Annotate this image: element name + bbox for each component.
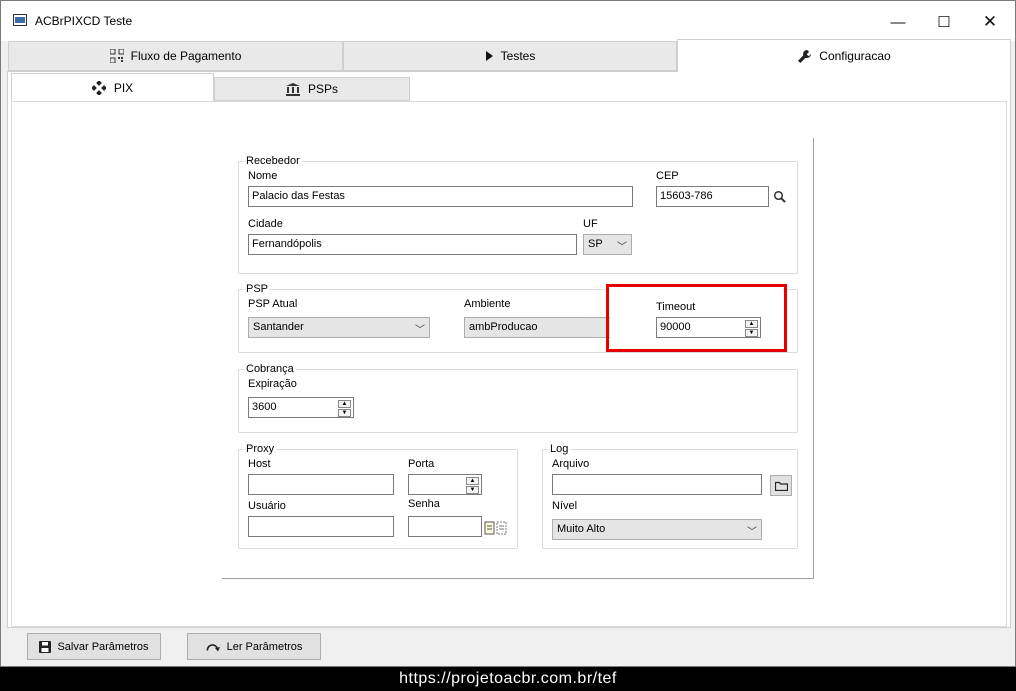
expiracao-spinner[interactable]: ▲ ▼	[338, 400, 351, 417]
expiracao-value: 3600	[252, 401, 277, 413]
chevron-down-icon: ﹀	[617, 242, 627, 253]
tab-psps[interactable]: PSPs	[214, 77, 410, 101]
tab-label: PSPs	[307, 82, 338, 96]
nivel-label: Nível	[552, 500, 578, 512]
nome-input[interactable]: Palacio das Festas	[248, 186, 633, 207]
pix-diamond-icon	[91, 80, 106, 95]
search-icon[interactable]	[773, 190, 787, 204]
show-password-icon[interactable]	[484, 520, 508, 536]
tab-testes[interactable]: Testes	[343, 41, 677, 71]
psp-group-label: PSP	[244, 283, 271, 295]
tab-label: PIX	[113, 80, 134, 95]
app-icon	[13, 14, 27, 26]
arquivo-input[interactable]	[552, 474, 762, 495]
psp-atual-value: Santander	[253, 321, 304, 333]
folder-icon	[774, 481, 788, 491]
proxy-group-label: Proxy	[244, 443, 277, 455]
cep-label: CEP	[656, 170, 679, 182]
title-bar: ACBrPIXCD Teste — ☐ ✕	[1, 1, 1015, 41]
porta-label: Porta	[408, 458, 435, 470]
porta-input[interactable]: ▲ ▼	[408, 474, 482, 495]
ambiente-label: Ambiente	[464, 298, 511, 310]
spin-up-icon[interactable]: ▲	[466, 477, 479, 485]
recebedor-group	[238, 161, 798, 274]
psp-atual-label: PSP Atual	[248, 298, 298, 310]
window-title: ACBrPIXCD Teste	[35, 14, 133, 28]
cep-input[interactable]: 15603-786	[656, 186, 769, 207]
redo-icon	[206, 643, 220, 651]
host-label: Host	[248, 458, 271, 470]
spin-down-icon[interactable]: ▼	[466, 486, 479, 494]
usuario-label: Usuário	[248, 500, 286, 512]
tab-label: Fluxo de Pagamento	[130, 49, 242, 63]
browse-folder-button[interactable]	[770, 475, 792, 496]
cobranca-group-label: Cobrança	[244, 363, 296, 375]
uf-label: UF	[583, 218, 598, 230]
application-window: ACBrPIXCD Teste — ☐ ✕ Fluxo de Pagamento…	[0, 0, 1016, 667]
host-input[interactable]	[248, 474, 394, 495]
uf-value: SP	[588, 238, 603, 250]
chevron-down-icon: ﹀	[747, 527, 757, 538]
porta-spinner[interactable]: ▲ ▼	[466, 477, 479, 494]
tab-configuracao[interactable]: Configuracao	[677, 39, 1011, 72]
expiracao-label: Expiração	[248, 378, 297, 390]
spin-down-icon[interactable]: ▼	[338, 409, 351, 417]
ler-parametros-button[interactable]: Ler Parâmetros	[187, 633, 321, 660]
arquivo-label: Arquivo	[552, 458, 590, 470]
salvar-parametros-button[interactable]: Salvar Parâmetros	[27, 633, 161, 660]
nivel-value: Muito Alto	[557, 523, 606, 535]
nome-label: Nome	[248, 170, 278, 182]
highlight-box	[606, 284, 787, 352]
recebedor-group-label: Recebedor	[244, 155, 302, 167]
wrench-icon	[798, 49, 812, 63]
ambiente-value: ambProducao	[469, 321, 538, 333]
psp-atual-select[interactable]: Santander ﹀	[248, 317, 430, 338]
chevron-down-icon: ﹀	[415, 325, 425, 336]
save-icon	[39, 640, 52, 653]
url-watermark-bar: https://projetoacbr.com.br/tef	[0, 667, 1016, 691]
senha-label: Senha	[408, 498, 440, 510]
minimize-button[interactable]: —	[875, 8, 921, 36]
tab-fluxo-de-pagamento[interactable]: Fluxo de Pagamento	[8, 41, 343, 71]
tab-pix[interactable]: PIX	[11, 73, 214, 101]
button-label: Salvar Parâmetros	[57, 640, 149, 653]
spin-up-icon[interactable]: ▲	[338, 400, 351, 408]
tab-label: Testes	[500, 49, 536, 63]
log-group-label: Log	[548, 443, 571, 455]
expiracao-input[interactable]: 3600 ▲ ▼	[248, 397, 354, 418]
cidade-input[interactable]: Fernandópolis	[248, 234, 577, 255]
tab-label: Configuracao	[819, 49, 891, 63]
qr-code-icon	[109, 49, 124, 63]
play-icon	[485, 51, 493, 61]
maximize-button[interactable]: ☐	[921, 8, 967, 36]
senha-input[interactable]	[408, 516, 482, 537]
close-button[interactable]: ✕	[967, 8, 1013, 36]
bank-icon	[285, 82, 300, 96]
uf-select[interactable]: SP ﹀	[583, 234, 632, 255]
cidade-label: Cidade	[248, 218, 283, 230]
button-label: Ler Parâmetros	[226, 640, 303, 653]
nivel-select[interactable]: Muito Alto ﹀	[552, 519, 762, 540]
usuario-input[interactable]	[248, 516, 394, 537]
